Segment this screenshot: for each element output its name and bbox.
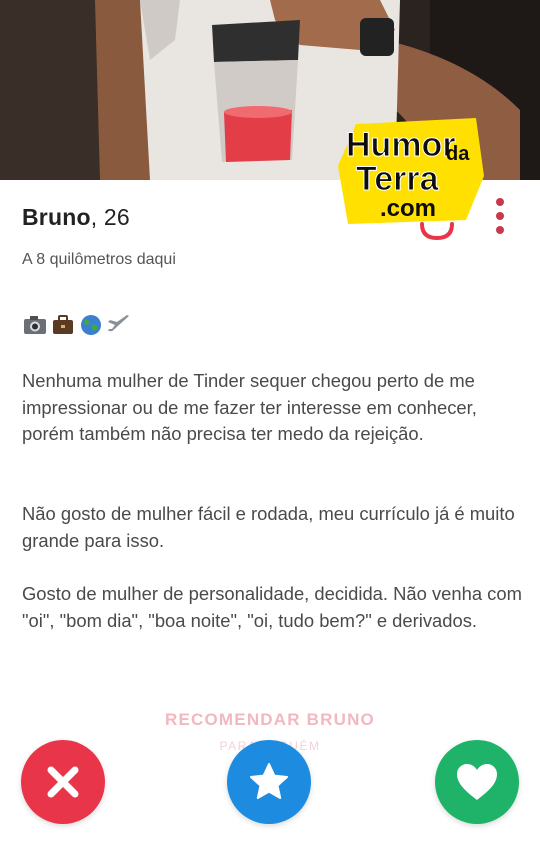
watermark-line1-small: da	[446, 143, 470, 165]
more-options-icon[interactable]	[492, 198, 508, 240]
super-like-button[interactable]	[227, 740, 311, 824]
profile-age: 26	[103, 204, 130, 230]
kebab-dot	[496, 212, 504, 220]
kebab-dot	[496, 226, 504, 234]
like-button[interactable]	[435, 740, 519, 824]
watermark-line3: .com	[380, 195, 436, 222]
heart-icon	[457, 764, 497, 800]
camera-icon	[24, 316, 46, 334]
profile-name-age: Bruno, 26	[22, 204, 130, 231]
profile-emoji-row	[22, 313, 132, 337]
kebab-dot	[496, 198, 504, 206]
airplane-icon	[108, 315, 129, 334]
close-icon	[47, 766, 79, 798]
watermark-line1: Humor	[346, 126, 456, 164]
watermark-line2: Terra	[356, 160, 440, 198]
bio-paragraph-1: Nenhuma mulher de Tinder sequer chegou p…	[22, 370, 477, 444]
briefcase-icon	[53, 315, 73, 334]
nope-button[interactable]	[21, 740, 105, 824]
profile-distance: A 8 quilômetros daqui	[22, 251, 176, 268]
globe-icon	[81, 315, 101, 335]
bio-paragraph-3: Gosto de mulher de personalidade, decidi…	[22, 583, 522, 631]
recommend-button[interactable]: RECOMENDAR BRUNO	[0, 710, 540, 730]
humor-da-terra-watermark: Humor da Terra .com	[338, 118, 484, 224]
name-age-separator: ,	[90, 204, 104, 230]
star-icon	[250, 763, 288, 799]
profile-name: Bruno	[22, 204, 91, 230]
share-icon[interactable]	[420, 222, 454, 240]
bio-paragraph-2: Não gosto de mulher fácil e rodada, meu …	[22, 503, 515, 551]
